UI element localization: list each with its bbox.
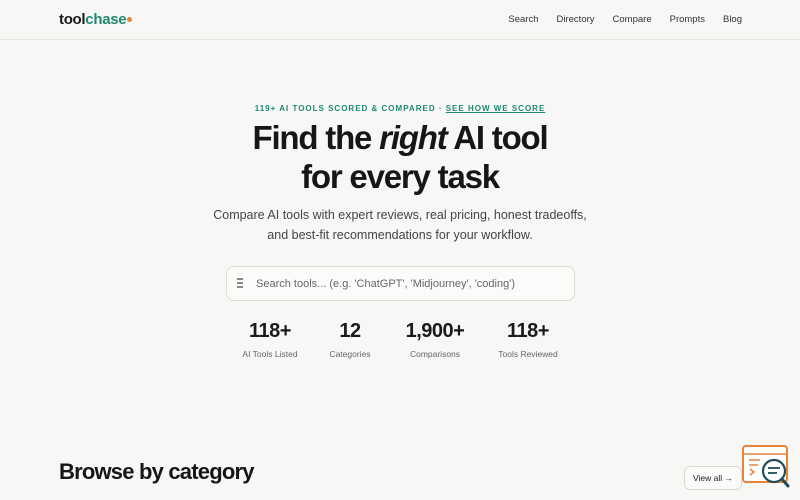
browse-category-heading: Browse by category [59,459,254,484]
stat-value: 1,900+ [405,320,465,342]
stat-value: 118+ [507,320,549,342]
nav-link-blog[interactable]: Blog [723,14,742,25]
nav-link-compare[interactable]: Compare [613,14,652,25]
search-input[interactable] [256,267,566,300]
stat-label: Comparisons [409,349,461,359]
main-nav: Search Directory Compare Prompts Blog [508,14,742,25]
headline-line2: for every task [301,158,500,195]
hero-eyebrow: 119+ AI TOOLS SCORED & COMPARED · SEE HO… [0,104,800,113]
headline-italic: right [379,119,448,156]
logo[interactable]: toolchase [59,11,133,28]
stat-comparisons: 1,900+ Comparisons [385,320,485,359]
nav-link-directory[interactable]: Directory [557,14,595,25]
logo-text-chase: chase [85,11,127,28]
stat-tools-reviewed: 118+ Tools Reviewed [478,320,578,359]
headline-before: Find the [252,119,380,156]
nav-link-search[interactable]: Search [508,14,538,25]
nav-link-prompts[interactable]: Prompts [670,14,705,25]
subtitle-line1: Compare AI tools with expert reviews, re… [213,208,587,222]
hero-headline: Find the right AI tool for every task [0,118,800,196]
headline-after: AI tool [446,119,548,156]
view-all-button[interactable]: View all → [684,466,742,490]
stat-label: Tools Reviewed [498,349,558,359]
eyebrow-text: 119+ AI TOOLS SCORED & COMPARED · [254,104,446,113]
subtitle-line2: and best-fit recommendations for your wo… [267,227,533,242]
see-how-we-score-link[interactable]: SEE HOW WE SCORE [446,104,546,113]
menu-lines-icon [237,278,245,289]
site-header: toolchase Search Directory Compare Promp… [0,0,800,40]
search-box[interactable] [226,266,575,301]
hero-subtitle: Compare AI tools with expert reviews, re… [0,206,800,245]
logo-dot-icon [127,17,133,22]
search-chat-widget-icon[interactable] [742,445,790,489]
logo-text-tool: tool [59,11,86,28]
